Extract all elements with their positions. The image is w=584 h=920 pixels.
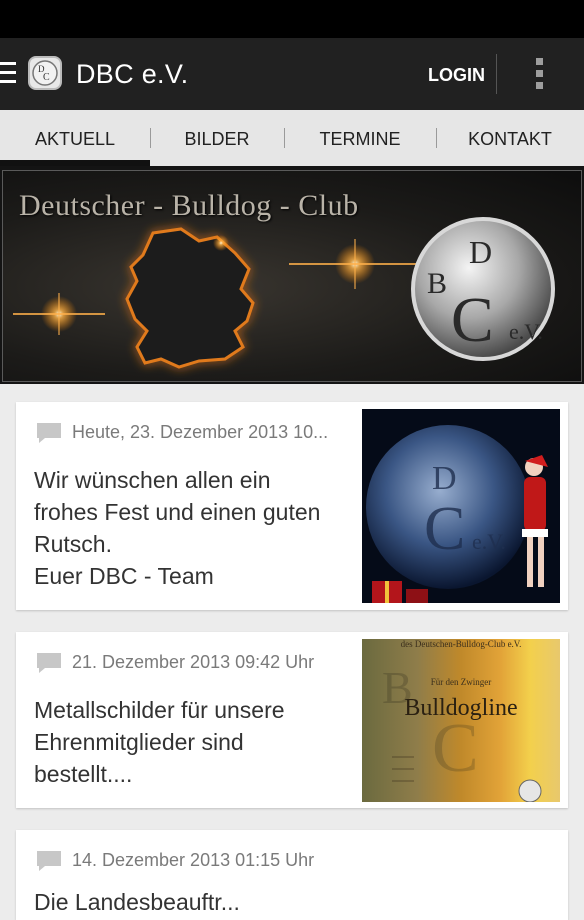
post-text: Metallschilder für unsere Ehrenmitgliede… [34, 694, 285, 790]
post-text: Die Landesbeauftr... [34, 886, 240, 918]
tab-kontakt[interactable]: KONTAKT [436, 110, 584, 166]
tab-bilder[interactable]: BILDER [150, 110, 284, 166]
action-divider [496, 54, 497, 94]
comment-icon [37, 423, 61, 443]
header-banner: Deutscher - Bulldog - Club D B C e.V. [0, 166, 584, 384]
svg-text:e.V.: e.V. [472, 529, 506, 554]
comment-icon [37, 851, 61, 871]
svg-text:D: D [469, 234, 492, 270]
post-text-line: Wir wünschen allen ein [34, 467, 271, 493]
post-text-line: frohes Fest und einen guten [34, 499, 321, 525]
news-card[interactable]: 14. Dezember 2013 01:15 Uhr Die Landesbe… [16, 830, 568, 920]
svg-text:D: D [432, 460, 457, 497]
post-text-line: bestellt.... [34, 761, 133, 787]
germany-map-icon [125, 227, 255, 369]
svg-text:C: C [451, 284, 494, 355]
action-bar: D C DBC e.V. LOGIN [0, 38, 584, 110]
status-bar [0, 0, 584, 38]
post-text-line: Die Landesbeauftr... [34, 889, 240, 915]
svg-text:C: C [43, 72, 50, 83]
news-card[interactable]: 21. Dezember 2013 09:42 Uhr Metallschild… [16, 632, 568, 808]
post-thumbnail[interactable]: D C e.V. [362, 409, 560, 603]
post-text-line: Metallschilder für unsere [34, 697, 285, 723]
tab-aktuell[interactable]: AKTUELL [0, 110, 150, 166]
tab-bar: AKTUELL BILDER TERMINE KONTAKT [0, 110, 584, 167]
club-logo-icon: D C [32, 60, 58, 86]
login-button[interactable]: LOGIN [428, 64, 485, 86]
svg-text:e.V.: e.V. [509, 319, 543, 344]
svg-text:B: B [427, 267, 447, 300]
app-title[interactable]: DBC e.V. [76, 59, 188, 89]
post-thumbnail[interactable]: des Deutschen-Bulldog-Club e.V. Für den … [362, 639, 560, 802]
svg-text:C: C [432, 710, 479, 787]
overflow-menu-icon[interactable] [536, 58, 546, 92]
svg-text:B: B [382, 662, 413, 713]
tab-termine[interactable]: TERMINE [284, 110, 436, 166]
post-text-line: Ehrenmitglieder sind [34, 729, 244, 755]
post-text-line: Rutsch. [34, 531, 112, 557]
dbc-sphere-logo: D B C e.V. [411, 217, 555, 361]
hamburger-menu-icon[interactable] [0, 62, 16, 86]
comment-icon [37, 653, 61, 673]
post-date: Heute, 23. Dezember 2013 10... [72, 422, 329, 442]
post-date: 14. Dezember 2013 01:15 Uhr [72, 850, 315, 870]
post-text-line: Euer DBC - Team [34, 563, 214, 589]
post-text: Wir wünschen allen ein frohes Fest und e… [34, 464, 320, 592]
banner-artwork: D B C e.V. [13, 217, 555, 369]
app-logo[interactable]: D C [28, 56, 62, 90]
post-date: 21. Dezember 2013 09:42 Uhr [72, 652, 315, 672]
news-card[interactable]: Heute, 23. Dezember 2013 10... Wir wünsc… [16, 402, 568, 610]
svg-text:C: C [424, 495, 465, 563]
